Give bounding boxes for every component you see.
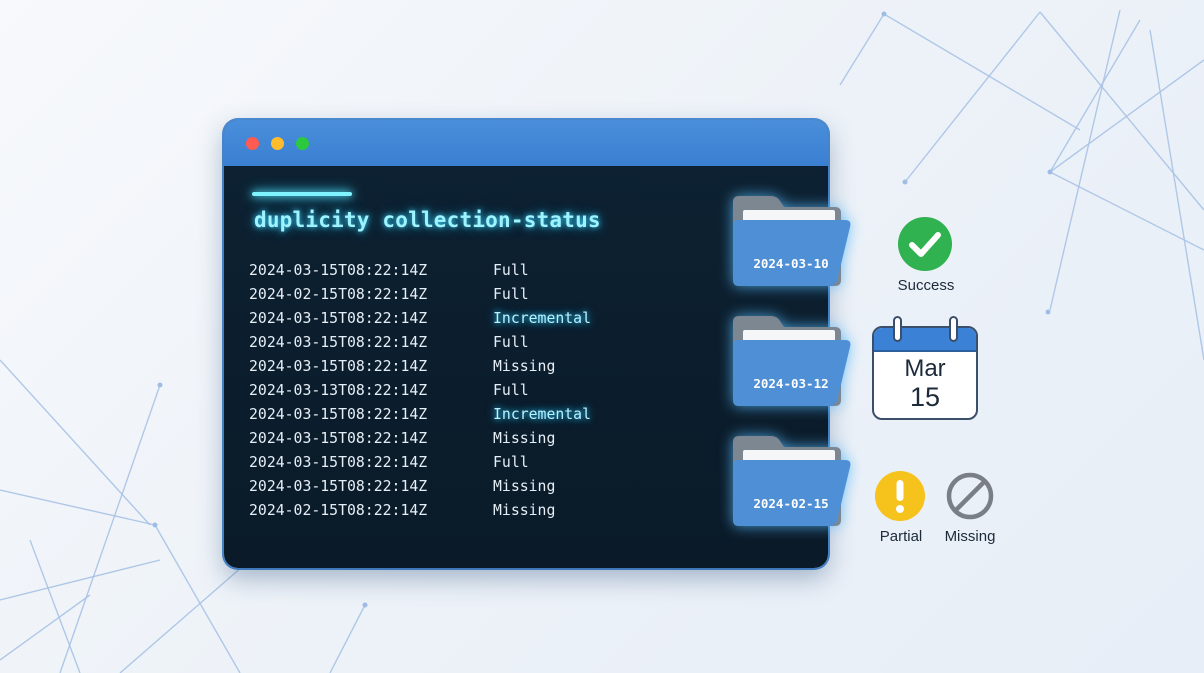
log-timestamp: 2024-03-15T08:22:14Z [249, 334, 428, 351]
log-type: Incremental [493, 406, 591, 423]
log-type: Missing [493, 478, 556, 495]
calendar-header [874, 328, 976, 352]
log-type: Full [493, 454, 529, 471]
status-missing-label: Missing [944, 528, 996, 545]
log-timestamp: 2024-03-15T08:22:14Z [249, 358, 428, 375]
minimize-button[interactable] [271, 137, 284, 150]
calendar-ring [893, 316, 902, 342]
log-timestamp: 2024-02-15T08:22:14Z [249, 502, 428, 519]
folder-icon [733, 196, 851, 286]
folder-backup-2024-02-15[interactable]: 2024-02-15 [727, 434, 853, 530]
log-timestamp: 2024-03-15T08:22:14Z [249, 454, 428, 471]
status-success-label: Success [897, 277, 955, 294]
close-button[interactable] [246, 137, 259, 150]
log-timestamp: 2024-02-15T08:22:14Z [249, 286, 428, 303]
calendar-month: Mar [904, 355, 946, 382]
calendar-ring [949, 316, 958, 342]
log-timestamp: 2024-03-15T08:22:14Z [249, 430, 428, 447]
log-row: 2024-03-15T08:22:14Z Full [249, 331, 591, 355]
log-row: 2024-02-15T08:22:14Z Full [249, 283, 591, 307]
log-timestamp: 2024-03-15T08:22:14Z [249, 310, 428, 327]
folder-date-label: 2024-03-12 [753, 376, 829, 391]
log-timestamp: 2024-03-13T08:22:14Z [249, 382, 428, 399]
log-row: 2024-03-15T08:22:14Z Incremental [249, 307, 591, 331]
log-type: Full [493, 262, 529, 279]
log-type: Missing [493, 358, 556, 375]
log-timestamp: 2024-03-15T08:22:14Z [249, 262, 428, 279]
window-titlebar [224, 120, 828, 166]
log-type: Full [493, 286, 529, 303]
folder-backup-2024-03-12[interactable]: 2024-03-12 [727, 314, 853, 410]
log-row: 2024-02-15T08:22:14Z Missing [249, 499, 591, 523]
terminal-command: duplicity collection-status [254, 208, 601, 232]
folder-icon [733, 316, 851, 406]
folder-icon [733, 436, 851, 526]
log-row: 2024-03-15T08:22:14Z Incremental [249, 403, 591, 427]
status-partial-label: Partial [879, 528, 923, 545]
log-type: Incremental [493, 310, 591, 327]
calendar-day: 15 [909, 382, 941, 412]
folder-backup-2024-03-10[interactable]: 2024-03-10 [727, 194, 853, 290]
log-row: 2024-03-15T08:22:14Z Full [249, 451, 591, 475]
exclamation-circle-icon [875, 471, 925, 521]
log-row: 2024-03-13T08:22:14Z Full [249, 379, 591, 403]
log-row: 2024-03-15T08:22:14Z Missing [249, 355, 591, 379]
log-row: 2024-03-15T08:22:14Z Missing [249, 475, 591, 499]
log-type: Missing [493, 502, 556, 519]
log-timestamp: 2024-03-15T08:22:14Z [249, 406, 428, 423]
check-circle-icon [898, 217, 952, 271]
log-type: Full [493, 382, 529, 399]
log-row: 2024-03-15T08:22:14Z Missing [249, 427, 591, 451]
log-type: Full [493, 334, 529, 351]
maximize-button[interactable] [296, 137, 309, 150]
log-row: 2024-03-15T08:22:14Z Full [249, 259, 591, 283]
folder-date-label: 2024-03-10 [753, 256, 829, 271]
prohibited-icon [946, 472, 994, 520]
log-type: Missing [493, 430, 556, 447]
folder-date-label: 2024-02-15 [753, 496, 829, 511]
log-timestamp: 2024-03-15T08:22:14Z [249, 478, 428, 495]
glow-accent-bar [252, 192, 352, 196]
calendar-icon: Mar 15 [872, 316, 978, 420]
backup-log: 2024-03-15T08:22:14Z Full 2024-02-15T08:… [249, 259, 591, 523]
